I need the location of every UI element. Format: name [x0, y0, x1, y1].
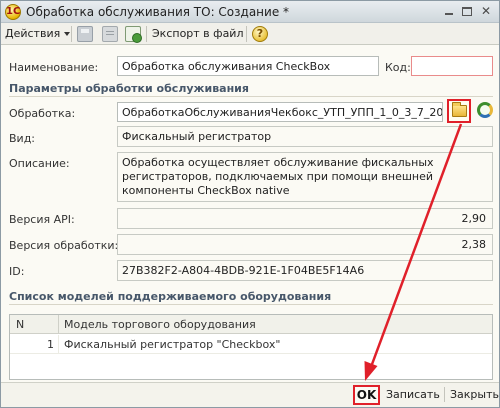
- form-window: 1С Обработка обслуживания ТО: Создание *…: [0, 0, 500, 408]
- minimize-icon: [445, 13, 453, 15]
- export-to-file-button[interactable]: Экспорт в файл: [152, 27, 244, 40]
- close-icon: ✕: [480, 4, 492, 18]
- description-field: Обработка осуществляет обслуживание фиск…: [117, 152, 493, 202]
- toolbar-divider: [246, 26, 247, 42]
- help-icon[interactable]: ?: [252, 26, 268, 42]
- api-version-field: 2,90: [117, 208, 493, 229]
- column-header-n[interactable]: N: [16, 318, 24, 331]
- type-field: Фискальный регистратор: [117, 126, 493, 147]
- processing-label: Обработка:: [9, 107, 76, 120]
- app-icon: 1С: [5, 4, 21, 20]
- row-number: 1: [47, 338, 54, 351]
- actions-label: Действия: [5, 27, 61, 40]
- section-divider: [9, 96, 493, 97]
- column-header-model[interactable]: Модель торгового оборудования: [64, 318, 256, 331]
- close-window-button[interactable]: ✕: [478, 4, 494, 20]
- footer-bar: OK Записать Закрыть: [1, 382, 499, 407]
- section-title-models: Список моделей поддерживаемого оборудова…: [9, 290, 332, 303]
- maximize-icon: [462, 7, 472, 16]
- post-icon[interactable]: [102, 26, 118, 42]
- copy-icon[interactable]: [125, 26, 142, 43]
- processing-field[interactable]: ОбработкаОбслуживанияЧекбокс_УТП_УПП_1_0…: [117, 102, 443, 122]
- refresh-button[interactable]: [475, 100, 495, 120]
- save-icon[interactable]: [77, 26, 93, 42]
- column-divider: [58, 335, 59, 354]
- code-field[interactable]: [411, 56, 493, 76]
- name-field[interactable]: Обработка обслуживания CheckBox: [117, 56, 379, 76]
- minimize-button[interactable]: [441, 4, 457, 20]
- id-field: 27B382F2-A804-4BDB-921E-1F04BE5F14A6: [117, 260, 493, 281]
- name-label: Наименование:: [9, 61, 99, 74]
- ok-button[interactable]: OK: [353, 385, 380, 405]
- api-version-label: Версия API:: [9, 213, 75, 226]
- folder-icon: [452, 102, 467, 117]
- actions-menu-button[interactable]: Действия: [5, 27, 71, 40]
- processing-version-field: 2,38: [117, 234, 493, 255]
- select-file-button[interactable]: [447, 99, 471, 123]
- maximize-button[interactable]: [459, 4, 475, 20]
- window-title: Обработка обслуживания ТО: Создание *: [26, 5, 290, 19]
- id-label: ID:: [9, 265, 25, 278]
- footer-divider: [444, 387, 445, 402]
- table-header: N Модель торгового оборудования: [10, 315, 492, 334]
- column-divider: [58, 315, 59, 334]
- table-row[interactable]: 1 Фискальный регистратор "Checkbox": [10, 335, 492, 354]
- code-label: Код:: [385, 61, 411, 74]
- chevron-down-icon: [64, 32, 71, 36]
- toolbar-divider: [146, 26, 147, 42]
- row-model: Фискальный регистратор "Checkbox": [64, 338, 281, 351]
- description-label: Описание:: [9, 157, 70, 170]
- close-button[interactable]: Закрыть: [450, 388, 499, 401]
- models-table[interactable]: N Модель торгового оборудования 1 Фискал…: [9, 314, 493, 380]
- refresh-icon: [477, 102, 493, 118]
- processing-version-label: Версия обработки:: [9, 239, 119, 252]
- type-label: Вид:: [9, 132, 36, 145]
- toolbar: Действия Экспорт в файл ?: [1, 23, 499, 45]
- write-button[interactable]: Записать: [386, 388, 440, 401]
- title-bar: 1С Обработка обслуживания ТО: Создание *…: [1, 1, 499, 23]
- section-divider: [9, 304, 493, 305]
- toolbar-divider: [71, 26, 72, 42]
- section-title-params: Параметры обработки обслуживания: [9, 82, 249, 95]
